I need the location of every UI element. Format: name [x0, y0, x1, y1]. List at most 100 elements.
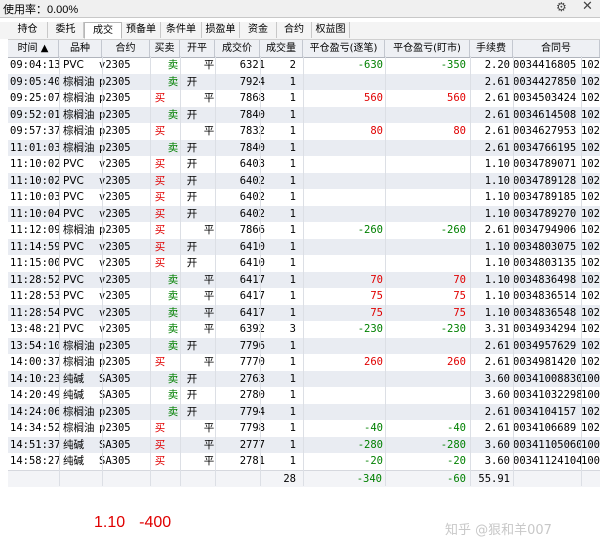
cell-9: 1.10 [484, 158, 510, 170]
cell-5: 2780 [239, 389, 265, 401]
table-row[interactable]: 11:12:09 棕榈油 p2305 买平 7866 1 -260 -260 2.61 00347… [8, 222, 600, 238]
col-header-5[interactable]: 成交价 [215, 40, 260, 57]
cell-10: 0034789128 [513, 174, 577, 187]
table-row[interactable]: 09:57:37 棕榈油 p2305 买平 7832 1 80 80 2.61 003462795… [8, 123, 600, 139]
col-header-6[interactable]: 成交量 [260, 40, 303, 57]
cell-4: 开 [186, 141, 198, 154]
table-row[interactable]: 14:51:37 纯碱 SA305 买平 2777 1 -280 -280 3.60 003411… [8, 436, 600, 453]
table-row[interactable]: 11:01:03 棕榈油 p2305 卖开 7840 1 2.61 0034766195 102 [8, 139, 600, 156]
col-header-8[interactable]: 平仓盈亏(盯市) [385, 40, 470, 57]
cell-11: 102 [581, 141, 600, 154]
table-row[interactable]: 11:10:02 PVC v2305 买开 6402 1 1.10 0034789128 102 [8, 172, 600, 189]
cell-10: 0034614508 [513, 108, 577, 121]
cell-10: 0034794906 [513, 224, 577, 236]
cell-8 [385, 107, 466, 123]
total-pnl-trade: -340 [356, 473, 382, 485]
cell-4: 开 [186, 240, 198, 253]
cell-6: 1 [289, 240, 296, 253]
cell-6: 1 [289, 125, 296, 137]
column-divider [303, 56, 304, 486]
table-row[interactable]: 13:48:21 PVC v2305 卖平 6392 3 -230 -230 3.31 00349… [8, 321, 600, 337]
table-row[interactable]: 13:54:10 棕榈油 p2305 卖开 7796 1 2.61 0034957629 102 [8, 337, 600, 354]
cell-6: 1 [289, 356, 296, 368]
table-row[interactable]: 09:05:40 棕榈油 p2305 卖开 7924 1 2.61 0034427850 102 [8, 73, 600, 90]
col-header-10[interactable]: 合同号 [513, 40, 600, 57]
table-row[interactable]: 14:24:06 棕榈油 p2305 卖开 7794 1 2.61 0034104157 102 [8, 403, 600, 420]
cell-10: 0034836498 [513, 273, 577, 286]
col-header-1[interactable]: 品种 [59, 40, 102, 57]
cell-4: 开 [186, 405, 198, 418]
tab-8[interactable]: 权益图 [312, 22, 350, 38]
cell-3: 买 [154, 191, 166, 203]
table-row[interactable]: 11:14:59 PVC v2305 买开 6410 1 1.10 0034803075 102 [8, 238, 600, 255]
cell-2: p2305 [99, 92, 131, 104]
cell-10: 0034104157 [513, 405, 577, 418]
cell-11: 102 [581, 59, 600, 71]
cell-8: -260 [440, 224, 466, 236]
cell-3: 买 [154, 224, 166, 236]
cell-5: 7924 [239, 75, 265, 88]
cell-0: 11:28:53 [10, 290, 61, 302]
table-row[interactable]: 11:10:02 PVC v2305 买开 6403 1 1.10 0034789071 102 [8, 156, 600, 172]
table-row[interactable]: 11:28:52 PVC v2305 卖平 6417 1 70 70 1.10 003483649… [8, 271, 600, 288]
cell-9: 1.10 [484, 257, 510, 269]
tab-2[interactable]: 成交 [84, 22, 122, 39]
tab-0[interactable]: 持仓 [8, 22, 48, 38]
col-header-0[interactable]: 时间 ▲ [8, 40, 59, 57]
total-pnl-mtm: -60 [447, 473, 466, 485]
tab-4[interactable]: 条件单 [161, 22, 202, 38]
cell-11: 102 [581, 224, 600, 236]
table-row[interactable]: 14:10:23 纯碱 SA305 卖开 2763 1 3.60 00341008830 100 [8, 370, 600, 387]
table-row[interactable]: 14:20:49 纯碱 SA305 卖开 2780 1 3.60 00341032298 100 [8, 387, 600, 403]
cell-8 [385, 239, 466, 255]
col-header-4[interactable]: 开平 [180, 40, 215, 57]
cell-0: 14:20:49 [10, 389, 61, 401]
cell-10: 00341008830 [513, 372, 581, 385]
tab-1[interactable]: 委托 [48, 22, 84, 38]
cell-9: 1.10 [484, 207, 510, 220]
table-row[interactable]: 11:10:04 PVC v2305 买开 6402 1 1.10 0034789270 102 [8, 205, 600, 222]
cell-2: p2305 [99, 125, 131, 137]
tab-3[interactable]: 预备单 [122, 22, 161, 38]
cell-5: 7798 [239, 422, 265, 434]
col-header-7[interactable]: 平仓盈亏(逐笔) [303, 40, 385, 57]
cell-5: 6403 [239, 158, 265, 170]
table-row[interactable]: 11:28:54 PVC v2305 卖平 6417 1 75 75 1.10 003483654… [8, 304, 600, 321]
cell-0: 14:51:37 [10, 438, 61, 451]
tab-7[interactable]: 合约 [277, 22, 312, 38]
cell-8 [385, 371, 466, 387]
table-row[interactable]: 14:34:52 棕榈油 p2305 买平 7798 1 -40 -40 2.61 0034106… [8, 420, 600, 436]
col-header-9[interactable]: 手续费 [470, 40, 513, 57]
table-row[interactable]: 14:58:27 纯碱 SA305 买平 2781 1 -20 -20 3.60 00341124… [8, 453, 600, 469]
column-divider [470, 56, 471, 486]
table-row[interactable]: 11:28:53 PVC v2305 卖平 6417 1 75 75 1.10 003483651… [8, 288, 600, 304]
table-row[interactable]: 11:15:00 PVC v2305 买开 6410 1 1.10 0034803135 102 [8, 255, 600, 271]
cell-7: -260 [357, 224, 383, 236]
cell-6: 1 [289, 389, 296, 401]
cell-7: 75 [370, 290, 383, 302]
cell-10: 0034803135 [513, 257, 577, 269]
cell-11: 102 [581, 339, 600, 352]
close-icon[interactable]: ✕ [582, 0, 593, 14]
cell-0: 11:12:09 [10, 224, 61, 236]
annotation-a: 1.10 [94, 514, 126, 531]
cell-2: v2305 [99, 59, 131, 71]
col-header-2[interactable]: 合约 [102, 40, 150, 57]
col-header-3[interactable]: 买卖 [150, 40, 180, 57]
table-row[interactable]: 09:52:01 棕榈油 p2305 卖开 7840 1 2.61 0034614508 102 [8, 106, 600, 123]
cell-6: 2 [289, 59, 296, 71]
cell-6: 1 [289, 224, 296, 236]
cell-7 [303, 189, 383, 205]
tab-6[interactable]: 资金 [240, 22, 277, 38]
tab-5[interactable]: 损盈单 [202, 22, 240, 38]
total-volume: 28 [283, 473, 296, 485]
cell-11: 100 [581, 389, 600, 401]
gear-icon[interactable]: ⚙ [556, 0, 567, 14]
table-row[interactable]: 14:00:37 棕榈油 p2305 买平 7770 1 260 260 2.61 0034981… [8, 354, 600, 370]
column-divider [385, 56, 386, 486]
table-row[interactable]: 11:10:03 PVC v2305 买开 6402 1 1.10 0034789185 102 [8, 189, 600, 205]
cell-5: 7866 [239, 224, 265, 236]
table-row[interactable]: 09:25:07 棕榈油 p2305 买平 7868 1 560 560 2.61 0034503… [8, 90, 600, 106]
cell-4: 开 [186, 174, 198, 187]
table-row[interactable]: 09:04:13 PVC v2305 卖平 6321 2 -630 -350 2.20 00344… [8, 57, 600, 73]
